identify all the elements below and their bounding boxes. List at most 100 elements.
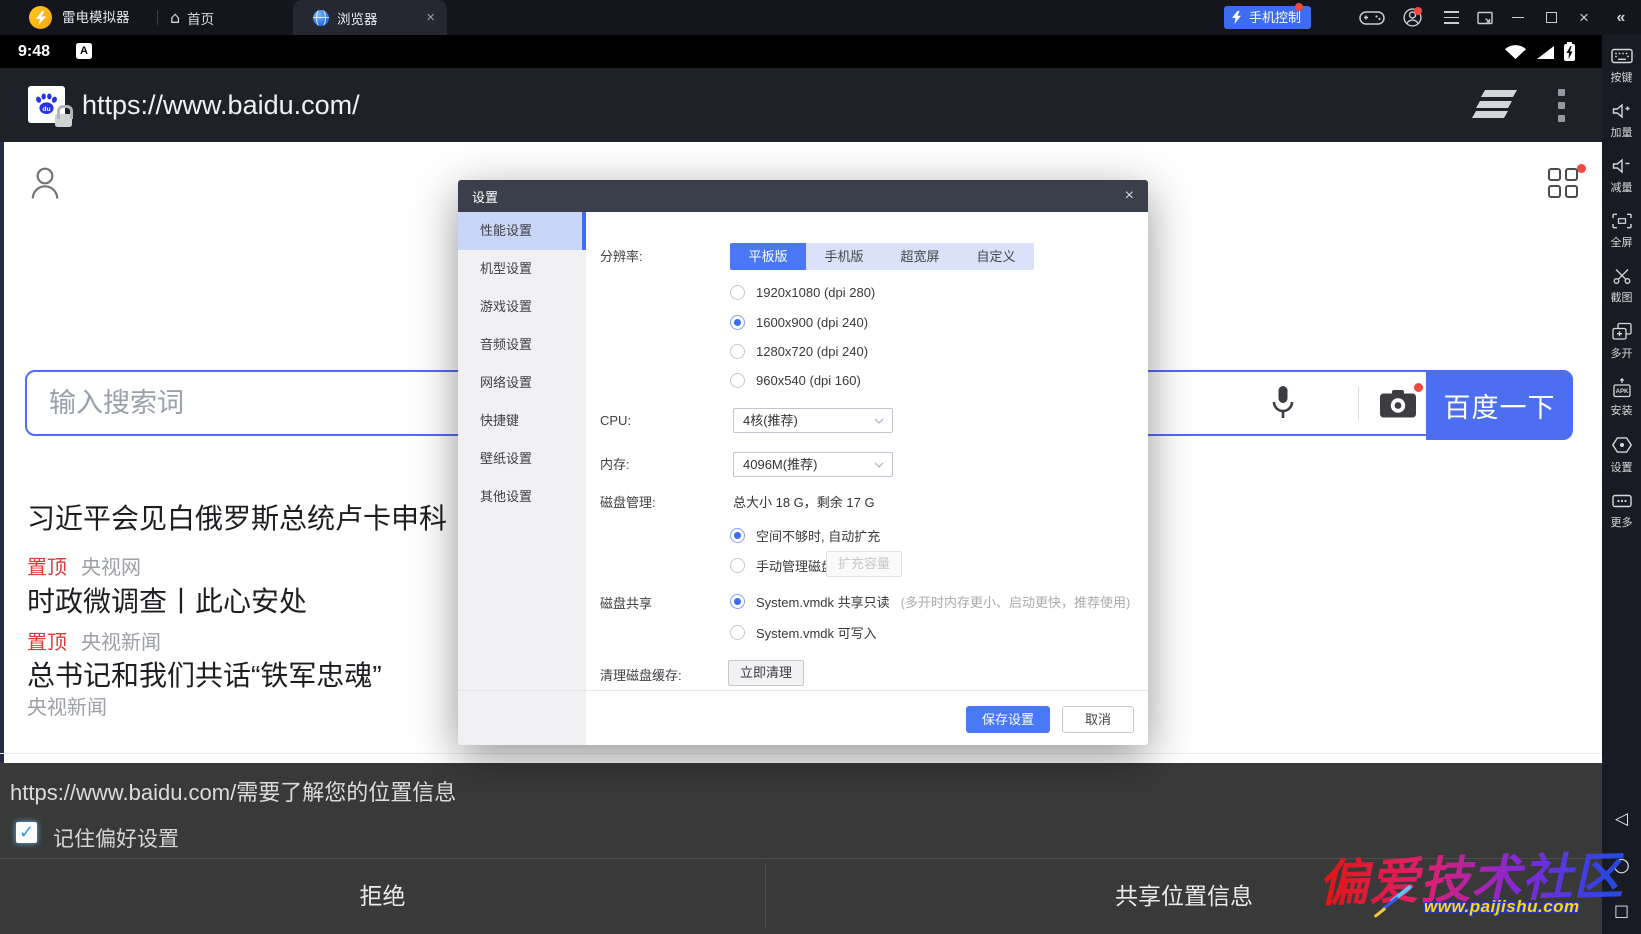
resolution-option[interactable]: 1280x720 (dpi 240) — [730, 343, 868, 359]
radio-icon[interactable] — [730, 344, 745, 359]
toolbar-more-button[interactable]: 更多 — [1611, 492, 1633, 530]
nav-item-device[interactable]: 机型设置 — [458, 250, 586, 288]
expand-disk-button[interactable]: 扩充容量 — [826, 551, 902, 577]
news-source: 央视新闻 — [81, 632, 161, 654]
disk-share-option[interactable]: System.vmdk 共享只读 (多开时内存更小、启动更快，推荐使用) — [730, 593, 1130, 609]
radio-icon[interactable] — [730, 315, 745, 330]
bolt-icon — [1232, 11, 1241, 24]
memory-label: 内存: — [600, 452, 630, 477]
radio-icon[interactable] — [730, 594, 745, 609]
url-text[interactable]: https://www.baidu.com/ — [82, 68, 360, 142]
voice-search-icon[interactable] — [1270, 384, 1296, 424]
toolbar-multi-instance-button[interactable]: 多开 — [1611, 322, 1633, 361]
toolbar-install-apk-button[interactable]: APK 安装 — [1611, 378, 1633, 418]
nav-item-network[interactable]: 网络设置 — [458, 364, 586, 402]
gamepad-button[interactable] — [1358, 0, 1386, 35]
titlebar-divider — [157, 10, 158, 25]
close-button[interactable]: × — [1570, 0, 1598, 35]
browser-menu-icon[interactable] — [1558, 89, 1565, 128]
toolbar-fullscreen-button[interactable]: 全屏 — [1611, 212, 1633, 250]
android-back-button[interactable]: ◁ — [1615, 809, 1628, 829]
tab-custom[interactable]: 自定义 — [958, 243, 1034, 270]
memory-select[interactable]: 4096M(推荐) — [733, 452, 893, 477]
nav-item-performance[interactable]: 性能设置 — [458, 212, 586, 250]
news-title[interactable]: 时政微调查丨此心安处 — [27, 580, 307, 620]
news-meta: 置顶央视新闻 — [27, 626, 161, 655]
divider — [0, 753, 1602, 754]
resolution-option[interactable]: 960x540 (dpi 160) — [730, 372, 861, 388]
notification-dot — [1577, 164, 1586, 173]
apk-install-icon: APK — [1611, 378, 1633, 398]
tab-phone[interactable]: 手机版 — [806, 243, 882, 270]
resolution-option[interactable]: 1920x1080 (dpi 280) — [730, 284, 875, 300]
settings-hexagon-icon — [1611, 435, 1633, 455]
android-statusbar: 9:48 A — [0, 35, 1602, 68]
baidu-paw-icon: du — [34, 92, 59, 117]
divider — [458, 690, 1148, 691]
nav-item-wallpaper[interactable]: 壁纸设置 — [458, 440, 586, 478]
toolbar-volume-down-button[interactable]: 减量 — [1611, 157, 1633, 195]
maximize-button[interactable] — [1537, 0, 1565, 35]
share-location-button[interactable]: 共享位置信息 — [766, 859, 1602, 934]
clean-now-button[interactable]: 立即清理 — [728, 660, 804, 686]
toolbar-keymap-button[interactable]: 按键 — [1611, 47, 1633, 85]
deny-button[interactable]: 拒绝 — [0, 859, 765, 934]
disk-share-option[interactable]: System.vmdk 可写入 — [730, 624, 877, 640]
option-note: (多开时内存更小、启动更快，推荐使用) — [901, 592, 1131, 611]
profile-icon[interactable] — [30, 166, 60, 200]
window-mode-button[interactable] — [1471, 0, 1499, 35]
news-source: 央视新闻 — [27, 697, 107, 719]
android-home-button[interactable]: ○ — [1613, 854, 1630, 876]
radio-icon[interactable] — [730, 285, 745, 300]
toolbar-volume-up-button[interactable]: 加量 — [1611, 102, 1633, 140]
account-button[interactable] — [1398, 0, 1426, 35]
radio-icon[interactable] — [730, 625, 745, 640]
globe-icon — [313, 10, 329, 26]
radio-icon[interactable] — [730, 373, 745, 388]
nav-item-audio[interactable]: 音频设置 — [458, 326, 586, 364]
apps-grid-button[interactable] — [1548, 168, 1588, 202]
settings-dialog: 设置 × 性能设置 机型设置 游戏设置 音频设置 网络设置 快捷键 壁纸设置 其… — [458, 180, 1148, 745]
tab-ultrawide[interactable]: 超宽屏 — [882, 243, 958, 270]
permission-message: https://www.baidu.com/需要了解您的位置信息 — [10, 775, 456, 807]
more-icon — [1611, 492, 1633, 510]
nav-item-game[interactable]: 游戏设置 — [458, 288, 586, 326]
browser-urlbar: du https://www.baidu.com/ — [0, 68, 1602, 142]
tab-home[interactable]: ⌂ 首页 — [170, 0, 214, 35]
clean-cache-label: 清理磁盘缓存: — [600, 665, 682, 684]
android-recents-button[interactable]: □ — [1614, 901, 1629, 920]
dialog-close-icon[interactable]: × — [1125, 188, 1134, 204]
toolbar-screenshot-button[interactable]: 截图 — [1611, 267, 1633, 305]
menu-button[interactable] — [1437, 0, 1465, 35]
ldplayer-logo-icon — [29, 6, 52, 29]
remember-checkbox[interactable]: ✓ — [16, 822, 37, 843]
collapse-toolbar-button[interactable]: « — [1607, 0, 1635, 35]
radio-icon[interactable] — [730, 558, 745, 573]
tab-browser[interactable]: 浏览器 × — [293, 0, 447, 35]
image-search-icon[interactable] — [1379, 389, 1417, 419]
disk-option[interactable]: 空间不够时, 自动扩充 — [730, 527, 880, 543]
tab-close-icon[interactable]: × — [426, 10, 435, 25]
cpu-select[interactable]: 4核(推荐) — [733, 408, 893, 433]
notification-dot — [1295, 3, 1303, 11]
news-tag: 置顶 — [27, 557, 67, 579]
minimize-button[interactable] — [1504, 0, 1532, 35]
cancel-button[interactable]: 取消 — [1062, 706, 1134, 733]
news-title[interactable]: 习近平会见白俄罗斯总统卢卡申科 — [27, 497, 447, 537]
nav-item-shortcut[interactable]: 快捷键 — [458, 402, 586, 440]
save-settings-button[interactable]: 保存设置 — [966, 706, 1050, 733]
baidu-search-button[interactable]: 百度一下 — [1426, 370, 1573, 440]
radio-icon[interactable] — [730, 528, 745, 543]
tab-tablet[interactable]: 平板版 — [730, 243, 806, 270]
toolbar-settings-button[interactable]: 设置 — [1611, 435, 1633, 475]
tabs-stack-icon[interactable] — [1474, 90, 1515, 122]
volume-down-icon — [1611, 157, 1633, 175]
nav-item-other[interactable]: 其他设置 — [458, 478, 586, 516]
resolution-label: 分辨率: — [600, 243, 643, 270]
site-favicon: du — [28, 86, 65, 123]
resolution-option[interactable]: 1600x900 (dpi 240) — [730, 314, 868, 330]
scissors-icon — [1611, 267, 1633, 285]
volume-up-icon — [1611, 102, 1633, 120]
news-tag: 置顶 — [27, 632, 67, 654]
news-title[interactable]: 总书记和我们共话“铁军忠魂” — [27, 654, 382, 694]
